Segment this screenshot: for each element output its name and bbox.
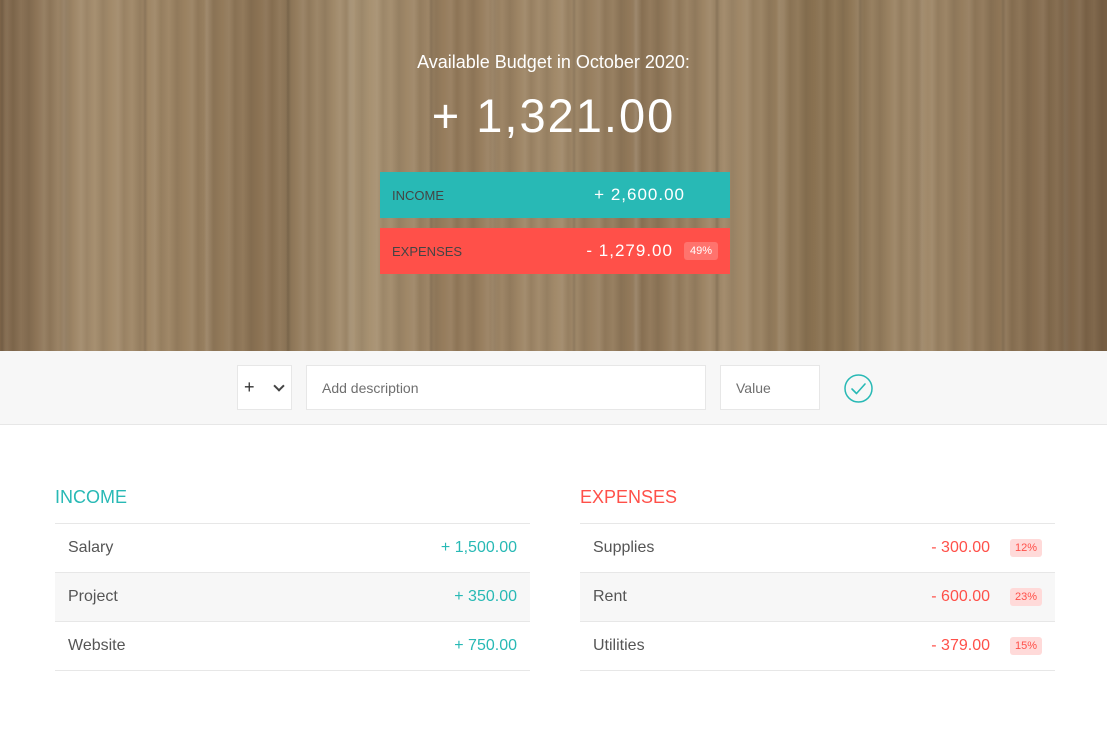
description-input[interactable] — [306, 365, 706, 410]
item-value: - 300.00 — [931, 539, 990, 556]
item-description: Supplies — [593, 539, 655, 556]
item-description: Website — [68, 637, 126, 654]
item-value: + 750.00 — [454, 637, 517, 654]
expense-item[interactable]: Utilities - 379.00 15% — [580, 622, 1055, 671]
expense-item[interactable]: Supplies - 300.00 12% — [580, 524, 1055, 573]
type-select[interactable]: + — [237, 365, 292, 410]
expenses-list-title: Expenses — [580, 482, 1055, 524]
income-item[interactable]: Salary + 1,500.00 — [55, 524, 530, 573]
item-value: + 1,500.00 — [440, 539, 517, 556]
item-description: Project — [68, 588, 118, 605]
value-input[interactable] — [720, 365, 820, 410]
item-percentage: 23% — [1010, 588, 1042, 606]
expenses-summary-percentage: 49% — [683, 242, 718, 260]
type-select-value: + — [244, 377, 255, 397]
chevron-down-icon — [273, 379, 285, 392]
income-item[interactable]: Website + 750.00 — [55, 622, 530, 671]
budget-header: Available Budget in October 2020: + 1,32… — [0, 0, 1107, 351]
expenses-summary-label: Expenses — [392, 243, 463, 259]
item-value: - 600.00 — [931, 588, 990, 605]
add-entry-bar: + — [0, 351, 1107, 425]
budget-title: Available Budget in October 2020: — [417, 52, 690, 72]
expenses-summary: Expenses - 1,279.00 49% — [380, 228, 730, 274]
income-list-title: Income — [55, 482, 530, 524]
item-description: Utilities — [593, 637, 645, 654]
item-description: Rent — [593, 588, 627, 605]
checkmark-circle-icon — [844, 374, 873, 403]
income-item[interactable]: Project + 350.00 — [55, 573, 530, 622]
item-value: - 379.00 — [931, 637, 990, 654]
item-description: Salary — [68, 539, 114, 556]
income-list: Income Salary + 1,500.00 Project + 350.0… — [55, 482, 530, 671]
budget-value: + 1,321.00 — [431, 89, 676, 142]
item-percentage: 12% — [1010, 539, 1042, 557]
income-summary: Income + 2,600.00 — [380, 172, 730, 218]
income-summary-value: + 2,600.00 — [594, 185, 685, 204]
expenses-summary-value: - 1,279.00 — [586, 241, 673, 260]
income-summary-label: Income — [392, 187, 444, 203]
add-button[interactable] — [843, 373, 874, 404]
expenses-list: Expenses Supplies - 300.00 12% Rent - 60… — [580, 482, 1055, 671]
item-value: + 350.00 — [454, 588, 517, 605]
item-percentage: 15% — [1010, 637, 1042, 655]
expense-item[interactable]: Rent - 600.00 23% — [580, 573, 1055, 622]
